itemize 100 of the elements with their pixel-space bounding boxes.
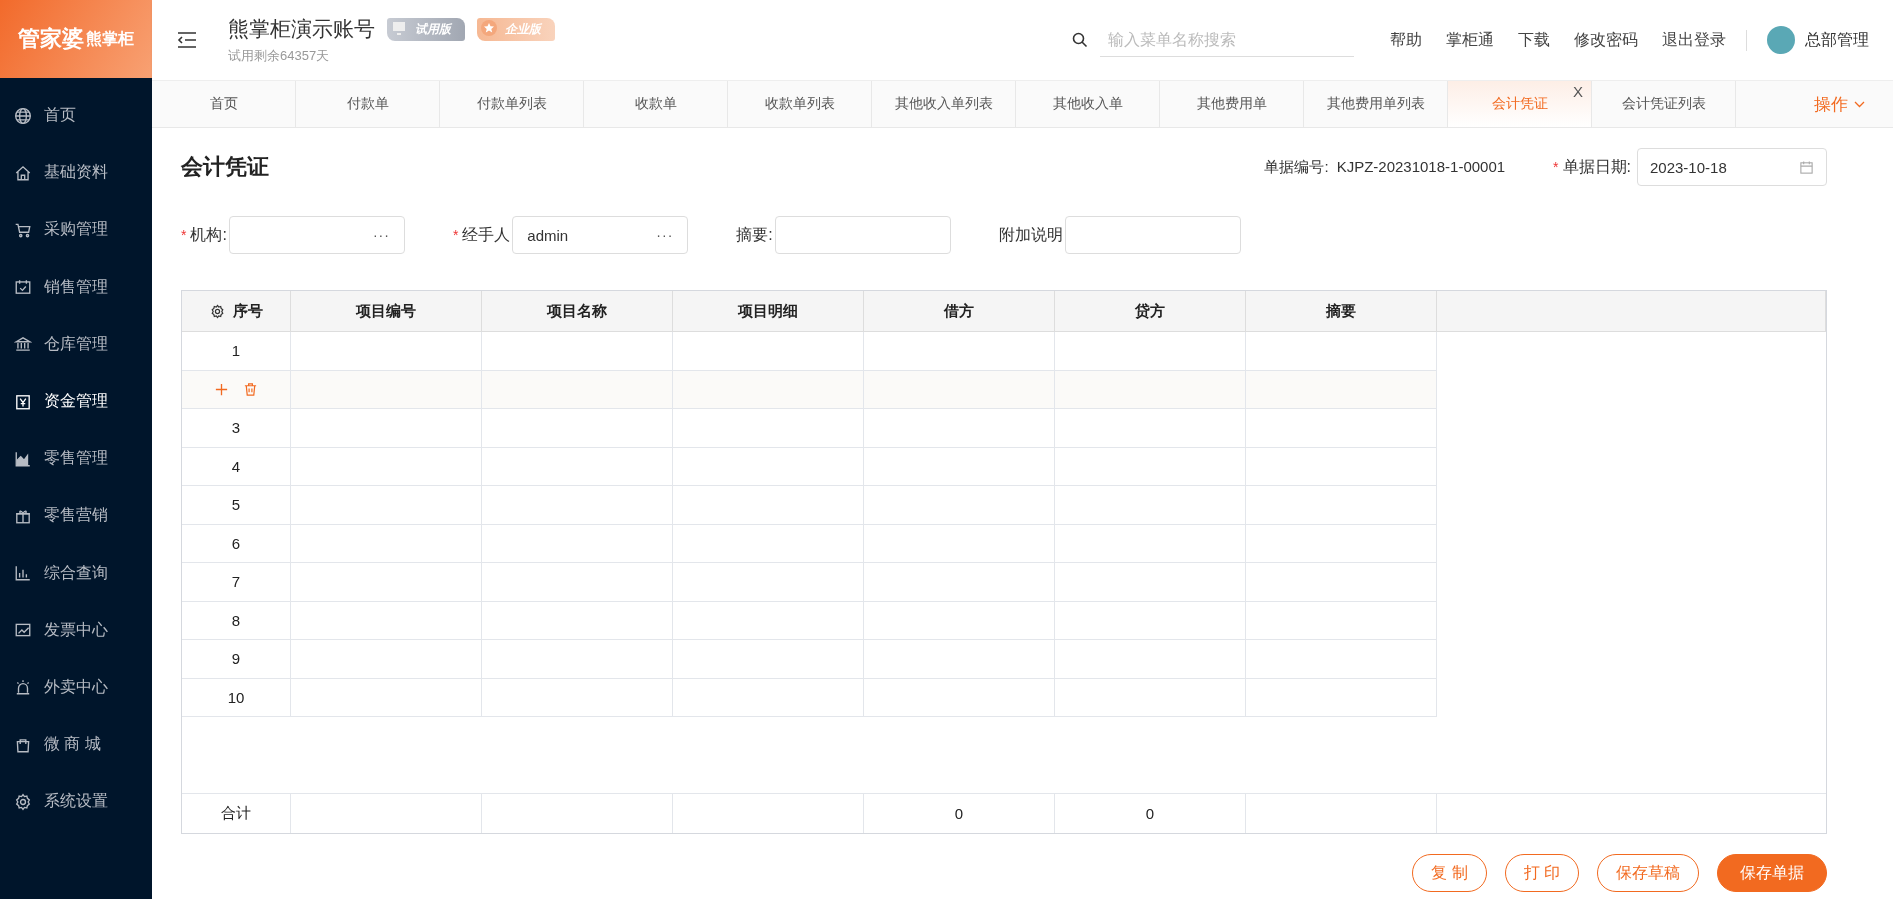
sidebar-item[interactable]: 外卖中心 [0, 658, 152, 717]
table-cell[interactable] [482, 640, 673, 679]
table-cell[interactable] [291, 332, 482, 371]
input-field[interactable] [1064, 216, 1241, 254]
tab[interactable]: 收款单列表 [728, 81, 872, 127]
header-link[interactable]: 退出登录 [1662, 29, 1726, 51]
table-cell[interactable] [1246, 601, 1437, 640]
table-cell[interactable] [1246, 563, 1437, 602]
sidebar-item[interactable]: 采购管理 [0, 201, 152, 259]
table-cell[interactable] [864, 370, 1055, 409]
add-icon[interactable] [214, 381, 229, 397]
table-cell[interactable] [291, 563, 482, 602]
header-link[interactable]: 帮助 [1390, 29, 1422, 51]
sidebar-item[interactable]: 发票中心 [0, 601, 152, 659]
user-name[interactable]: 总部管理 [1805, 29, 1869, 51]
table-cell[interactable] [482, 601, 673, 640]
table-cell[interactable] [673, 332, 864, 371]
table-cell[interactable] [1055, 563, 1246, 602]
table-cell[interactable] [1055, 370, 1246, 409]
table-cell[interactable] [864, 640, 1055, 679]
tab[interactable]: 会计凭证 X [1448, 81, 1592, 127]
close-icon[interactable]: X [1573, 83, 1583, 100]
calendar-icon[interactable] [1799, 159, 1814, 175]
settings-icon[interactable] [209, 303, 225, 319]
table-cell[interactable] [1246, 678, 1437, 717]
table-cell[interactable] [1055, 640, 1246, 679]
sidebar-item[interactable]: 销售管理 [0, 258, 152, 316]
table-cell[interactable] [864, 447, 1055, 486]
table-cell[interactable] [1246, 524, 1437, 563]
table-cell[interactable] [482, 486, 673, 525]
table-cell[interactable] [291, 486, 482, 525]
sidebar-item[interactable]: 微 商 城 [0, 716, 152, 774]
more-icon[interactable]: ··· [656, 227, 674, 243]
table-cell[interactable] [291, 524, 482, 563]
table-cell[interactable] [673, 447, 864, 486]
table-cell[interactable] [673, 640, 864, 679]
table-cell[interactable] [482, 447, 673, 486]
table-cell[interactable] [482, 409, 673, 448]
sidebar-item[interactable]: 零售营销 [0, 487, 152, 545]
tab[interactable]: 会计凭证列表 [1592, 81, 1736, 127]
table-cell[interactable] [673, 563, 864, 602]
table-cell[interactable] [864, 563, 1055, 602]
table-cell[interactable] [1246, 640, 1437, 679]
table-cell[interactable] [291, 370, 482, 409]
sidebar-item[interactable]: 系统设置 [0, 773, 152, 831]
table-cell[interactable] [291, 409, 482, 448]
table-cell[interactable] [864, 678, 1055, 717]
table-cell[interactable] [673, 601, 864, 640]
table-cell[interactable] [1055, 409, 1246, 448]
sidebar-item[interactable]: 零售管理 [0, 430, 152, 488]
table-cell[interactable] [291, 601, 482, 640]
table-cell[interactable] [864, 486, 1055, 525]
tab[interactable]: 其他费用单 [1160, 81, 1304, 127]
table-cell[interactable] [864, 332, 1055, 371]
menu-icon[interactable] [176, 31, 198, 49]
sidebar-item[interactable]: 仓库管理 [0, 315, 152, 373]
header-link[interactable]: 修改密码 [1574, 29, 1638, 51]
table-cell[interactable] [291, 447, 482, 486]
table-cell[interactable] [291, 640, 482, 679]
input-field[interactable] [774, 216, 951, 254]
input-field[interactable]: ··· [228, 216, 405, 254]
table-cell[interactable] [864, 524, 1055, 563]
sidebar-item[interactable]: 基础资料 [0, 144, 152, 202]
table-cell[interactable] [1246, 370, 1437, 409]
tab[interactable]: 其他收入单列表 [872, 81, 1016, 127]
table-cell[interactable] [673, 524, 864, 563]
table-cell[interactable] [291, 678, 482, 717]
table-cell[interactable] [673, 409, 864, 448]
table-cell[interactable] [1246, 486, 1437, 525]
table-cell[interactable] [864, 409, 1055, 448]
header-link[interactable]: 下载 [1518, 29, 1550, 51]
avatar[interactable] [1767, 26, 1795, 54]
table-cell[interactable] [1055, 486, 1246, 525]
more-icon[interactable]: ··· [372, 227, 390, 243]
header-link[interactable]: 掌柜通 [1446, 29, 1494, 51]
sidebar-item[interactable]: 资金管理 [0, 372, 152, 431]
tab[interactable]: 付款单 [296, 81, 440, 127]
table-cell[interactable] [1246, 447, 1437, 486]
table-cell[interactable] [1055, 524, 1246, 563]
tab[interactable]: 首页 [152, 81, 296, 127]
table-cell[interactable] [1055, 601, 1246, 640]
table-cell[interactable] [1055, 332, 1246, 371]
table-cell[interactable] [482, 563, 673, 602]
table-cell[interactable] [482, 370, 673, 409]
delete-icon[interactable] [243, 381, 258, 397]
table-cell[interactable] [1055, 678, 1246, 717]
table-cell[interactable] [864, 601, 1055, 640]
table-cell[interactable] [482, 332, 673, 371]
table-cell[interactable] [673, 678, 864, 717]
table-cell[interactable] [673, 370, 864, 409]
sidebar-item[interactable]: 首页 [0, 87, 152, 145]
tab[interactable]: 收款单 [584, 81, 728, 127]
table-cell[interactable] [1246, 409, 1437, 448]
date-field[interactable]: 2023-10-18 [1637, 148, 1827, 186]
table-cell[interactable] [1055, 447, 1246, 486]
table-cell[interactable] [482, 678, 673, 717]
table-cell[interactable] [482, 524, 673, 563]
sidebar-item[interactable]: 综合查询 [0, 544, 152, 602]
table-cell[interactable] [1246, 332, 1437, 371]
table-cell[interactable] [673, 486, 864, 525]
